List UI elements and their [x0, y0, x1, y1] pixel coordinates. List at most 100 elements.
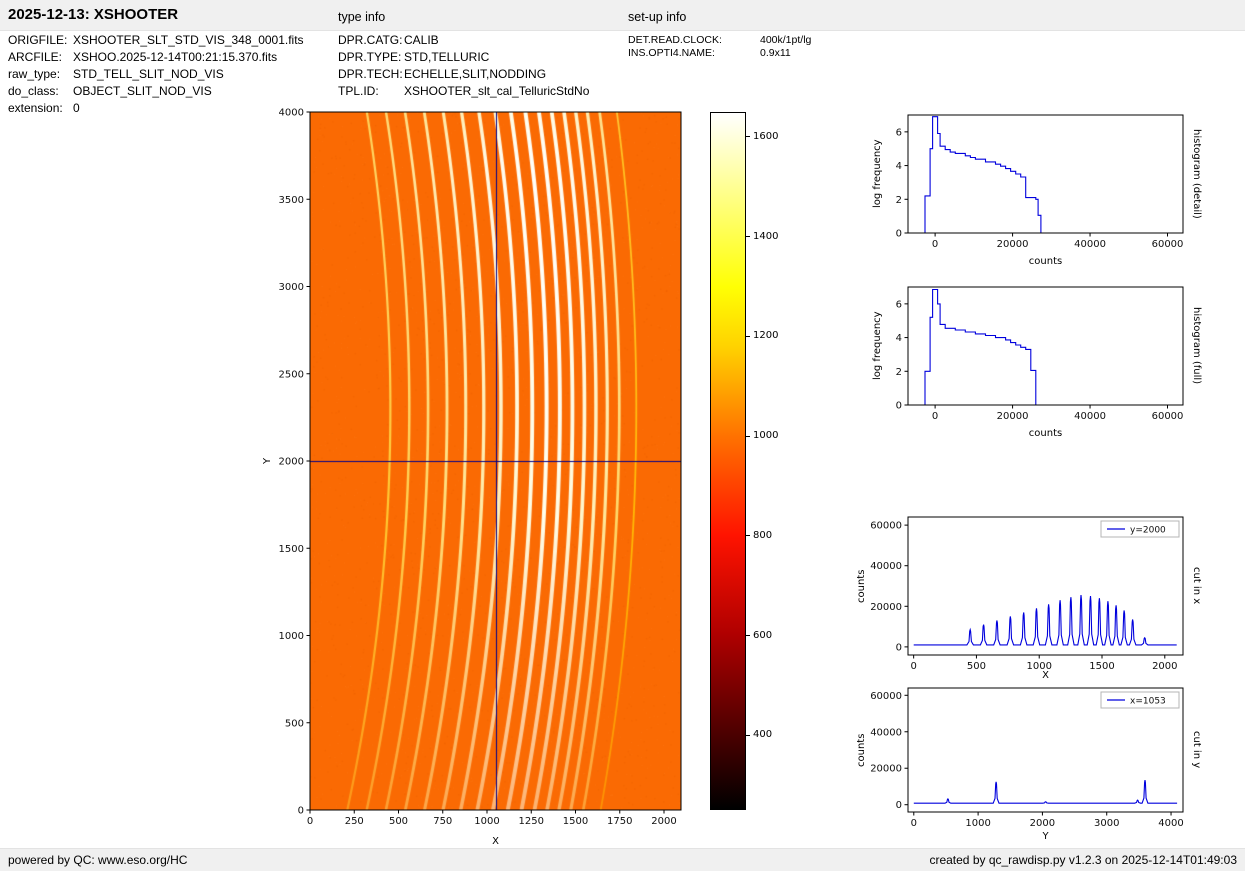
cut-in-y-side-label: cut in y [1191, 731, 1202, 769]
svg-text:1000: 1000 [474, 816, 499, 827]
meta-value: 400k/1pt/lg [760, 34, 812, 46]
svg-text:4: 4 [896, 333, 902, 344]
svg-text:1750: 1750 [607, 816, 632, 827]
meta-label: raw_type: [8, 67, 61, 81]
svg-text:20000: 20000 [870, 764, 902, 775]
histogram-detail-plot: 0 20000 40000 60000 0 2 4 6 [896, 114, 1184, 250]
meta-value: 0.9x11 [760, 47, 791, 59]
svg-text:0: 0 [932, 411, 938, 422]
colorbar-tick-mark [746, 535, 750, 537]
meta-row-opti4name: INS.OPTI4.NAME: 0.9x11 [628, 47, 811, 60]
meta-row-readclock: DET.READ.CLOCK: 400k/1pt/lg [628, 34, 811, 47]
svg-text:60000: 60000 [870, 521, 902, 532]
meta-row-dprtype: DPR.TYPE: STD,TELLURIC [338, 49, 589, 66]
svg-text:20000: 20000 [870, 602, 902, 613]
svg-text:1500: 1500 [279, 544, 304, 555]
colorbar-tick-mark [746, 635, 750, 636]
colorbar-tick-mark [746, 734, 750, 736]
page: { "header": { "title": "2025-12-13: XSHO… [0, 0, 1245, 871]
meta-value: XSHOOTER_SLT_STD_VIS_348_0001.fits [73, 33, 304, 47]
meta-value: CALIB [404, 33, 439, 47]
cut-in-y-ylabel: counts [856, 733, 867, 767]
meta-value: XSHOO.2025-12-14T00:21:15.370.fits [73, 50, 278, 64]
svg-text:3000: 3000 [279, 282, 304, 293]
svg-text:4000: 4000 [279, 108, 304, 119]
svg-text:4: 4 [896, 161, 902, 172]
cut-in-x-ylabel: counts [856, 569, 867, 603]
meta-label: DPR.TYPE: [338, 50, 402, 64]
svg-text:250: 250 [345, 816, 364, 827]
svg-text:3500: 3500 [279, 195, 304, 206]
svg-text:20000: 20000 [997, 411, 1029, 422]
svg-text:20000: 20000 [997, 239, 1029, 250]
colorbar-tick-label: 1000 [753, 430, 779, 442]
meta-label: ARCFILE: [8, 50, 63, 64]
colorbar-tick-label: 1400 [753, 230, 779, 242]
svg-text:1250: 1250 [519, 816, 544, 827]
header-bar: 2025-12-13: XSHOOTER type info set-up in… [0, 0, 1245, 31]
meta-value: 0 [73, 101, 80, 115]
meta-label: INS.OPTI4.NAME: [628, 47, 715, 59]
page-title: 2025-12-13: XSHOOTER [8, 6, 179, 23]
svg-text:500: 500 [285, 718, 304, 729]
histogram-full-ylabel: log frequency [872, 311, 883, 381]
histogram-full-side-label: histogram (full) [1191, 307, 1202, 385]
footer-credit: created by qc_rawdisp.py v1.2.3 on 2025-… [929, 853, 1237, 867]
meta-label: ORIGFILE: [8, 33, 68, 47]
histogram-full-xlabel: counts [1028, 428, 1063, 439]
svg-text:y=2000: y=2000 [1130, 526, 1166, 536]
raw-image-xlabel: X [492, 836, 499, 847]
cut-in-y-plot: 0 1000 2000 3000 40000200004000060000 x=1053 [870, 687, 1184, 829]
histogram-detail-side-label: histogram (detail) [1191, 129, 1202, 219]
type-info-heading: type info [338, 10, 386, 24]
svg-text:0: 0 [896, 800, 902, 811]
meta-label: DPR.TECH: [338, 67, 403, 81]
cut-in-x-side-label: cut in x [1191, 567, 1202, 605]
colorbar-tick-label: 1200 [753, 330, 779, 342]
svg-text:500: 500 [389, 816, 408, 827]
meta-row-dprcatg: DPR.CATG: CALIB [338, 32, 589, 49]
svg-text:0: 0 [298, 806, 304, 817]
histogram-detail-ylabel: log frequency [872, 139, 883, 209]
svg-text:0: 0 [911, 818, 917, 829]
svg-text:x=1053: x=1053 [1130, 697, 1166, 707]
colorbar-tick-mark [746, 236, 750, 238]
svg-text:3000: 3000 [1094, 818, 1119, 829]
meta-value: STD_TELL_SLIT_NOD_VIS [73, 67, 224, 81]
histogram-detail-xlabel: counts [1028, 256, 1063, 267]
svg-text:4000: 4000 [1158, 818, 1183, 829]
meta-value: ECHELLE,SLIT,NODDING [404, 67, 547, 81]
svg-text:40000: 40000 [870, 561, 902, 572]
colorbar-tick-label: 800 [753, 529, 773, 541]
svg-text:1000: 1000 [965, 818, 990, 829]
svg-text:1500: 1500 [563, 816, 588, 827]
meta-value: STD,TELLURIC [404, 50, 490, 64]
colorbar [710, 112, 746, 810]
meta-label: DPR.CATG: [338, 33, 403, 47]
raw-image-ylabel: Y [262, 457, 273, 465]
meta-value: OBJECT_SLIT_NOD_VIS [73, 84, 212, 98]
meta-label: extension: [8, 101, 63, 115]
metadata-type-info: DPR.CATG: CALIB DPR.TYPE: STD,TELLURIC DPR… [338, 32, 589, 100]
svg-text:2: 2 [896, 367, 902, 378]
meta-row-origfile: ORIGFILE: XSHOOTER_SLT_STD_VIS_348_0001.f… [8, 32, 304, 49]
svg-text:2000: 2000 [651, 816, 676, 827]
svg-text:0: 0 [896, 401, 902, 412]
svg-text:750: 750 [433, 816, 452, 827]
meta-value: XSHOOTER_slt_cal_TelluricStdNo [404, 84, 590, 98]
metadata-setup-info: DET.READ.CLOCK: 400k/1pt/lg INS.OPTI4.NAM… [628, 34, 811, 60]
svg-text:60000: 60000 [870, 691, 902, 702]
svg-text:60000: 60000 [1152, 239, 1184, 250]
colorbar-tick-mark [746, 335, 750, 337]
meta-row-arcfile: ARCFILE: XSHOO.2025-12-14T00:21:15.370.fi… [8, 49, 304, 66]
meta-row-rawtype: raw_type: STD_TELL_SLIT_NOD_VIS [8, 66, 304, 83]
footer-bar: powered by QC: www.eso.org/HC created by… [0, 848, 1245, 871]
cut-in-y-xlabel: Y [1042, 831, 1049, 842]
histogram-full-plot: 0 20000 40000 60000 0 2 4 6 [896, 286, 1184, 422]
svg-text:6: 6 [896, 127, 902, 138]
svg-text:2500: 2500 [279, 369, 304, 380]
setup-info-heading: set-up info [628, 10, 687, 24]
svg-text:6: 6 [896, 299, 902, 310]
footer-link[interactable]: powered by QC: www.eso.org/HC [8, 853, 187, 867]
meta-label: DET.READ.CLOCK: [628, 34, 722, 46]
